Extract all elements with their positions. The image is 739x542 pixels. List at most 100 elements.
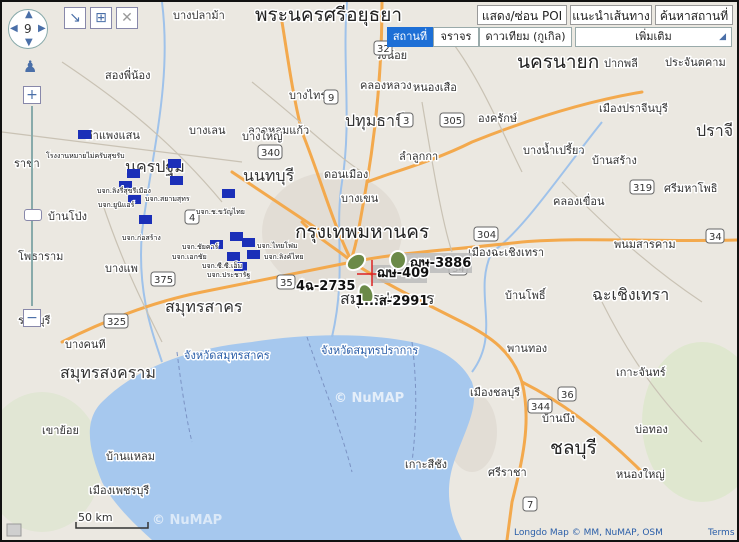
tab-satellite[interactable]: ดาวเทียม (กูเกิล) [479, 27, 572, 47]
vehicle-plate: ฌษ-409 [377, 266, 429, 281]
scale-label: 50 km [78, 511, 113, 524]
pan-left-icon[interactable]: ◀ [10, 23, 18, 34]
shield-label: 34 [709, 232, 722, 243]
label-samut-songkhram: สมุทรสงคราม [60, 363, 156, 383]
pan-control[interactable]: ▲ ▼ ◀ ▶ 9 [8, 9, 48, 49]
terms-link[interactable]: Terms [707, 528, 735, 538]
pan-tool-button[interactable]: ↘ [64, 7, 86, 29]
shield-label: 36 [561, 390, 574, 401]
poi-label: บจก.เอกชัย [172, 253, 207, 261]
label-ayutthaya: พระนครศรีอยุธยา [255, 4, 402, 27]
label-ban-laem: บ้านแหลม [106, 450, 155, 463]
truck-icon[interactable] [168, 159, 181, 168]
zoom-box-button[interactable]: ⊞ [90, 7, 112, 29]
label-mueang-chachoeng: เมืองฉะเชิงเทรา [468, 246, 544, 259]
truck-icon[interactable] [78, 130, 91, 139]
label-sea-sakhon: จังหวัดสมุทรสาคร [184, 349, 270, 362]
pan-up-icon[interactable]: ▲ [25, 9, 33, 20]
chevron-down-icon: ◢ [719, 32, 726, 42]
toggle-poi-button[interactable]: แสดง/ซ่อน POI [477, 5, 567, 25]
shield-label: 4 [189, 213, 195, 224]
clear-button[interactable]: ✕ [116, 7, 138, 29]
shield-label: 3 [403, 116, 409, 127]
label-mueang-chonburi: เมืองชลบุรี [470, 386, 520, 399]
poi-label: บจก.ไทยโฟม [257, 241, 298, 250]
shield-label: 35 [280, 278, 293, 289]
label-kamphaeng-saen: กำแพงแสน [86, 129, 140, 142]
zoom-slider-track[interactable] [31, 106, 33, 306]
label-pathum-thani: ปทุมธานี [345, 111, 406, 131]
label-prachin: ปราจี [696, 121, 733, 140]
truck-icon[interactable] [247, 250, 260, 259]
watermark: © NuMAP [334, 391, 404, 406]
zoom-slider-handle[interactable] [24, 209, 42, 221]
street-view-icon[interactable]: ♟ [23, 57, 37, 76]
label-bangkok: กรุงเทพมหานคร [295, 221, 429, 244]
curve-arrow-icon: ↘ [69, 10, 81, 26]
pan-right-icon[interactable]: ▶ [38, 23, 46, 34]
more-layers-label: เพิ่มเติม [635, 30, 672, 43]
poi-label: บจก.ซี.ซี.เอ็ม [202, 261, 242, 270]
tab-traffic[interactable]: จราจร [433, 27, 479, 47]
vehicle-plate: 4ฉ-2735 [296, 279, 355, 294]
label-song-phi-nong: สองพี่น้อง [105, 67, 150, 82]
truck-icon[interactable] [170, 176, 183, 185]
label-si-maha-phot: ศรีมหาโพธิ [664, 181, 717, 195]
truck-icon[interactable] [242, 238, 255, 247]
label-si-racha: ศรีราชา [488, 466, 527, 479]
poi-label: บจก.ลิงค์ไทย [264, 252, 304, 261]
minimap-toggle[interactable] [6, 523, 22, 537]
zoom-in-button[interactable]: + [23, 86, 41, 104]
tab-places[interactable]: สถานที่ [387, 27, 433, 47]
label-prachan-tkham: ประจันตคาม [665, 56, 726, 69]
poi-label: บจก.สยามสุทร [145, 195, 190, 203]
poi-label: บจก.ก่อสร้าง [122, 234, 161, 242]
label-ko-si-chang: เกาะสีชัง [405, 458, 447, 471]
poi-label: บจก.ชัยคาร์ [182, 243, 218, 251]
poi-label: บจก.ประชารัฐ [207, 271, 250, 279]
shield-label: 325 [107, 317, 126, 328]
poi-label: บจก.ยูนิแอร์ [98, 201, 135, 209]
shield-label: 7 [527, 500, 533, 511]
label-pak-phli: ปากพลี [604, 57, 638, 70]
shield-label: 344 [531, 402, 550, 413]
map-canvas[interactable]: พระนครศรีอยุธยา นครนายก ปทุมธานี นนทบุรี… [2, 2, 737, 540]
zoom-out-button[interactable]: − [23, 309, 41, 327]
shield-label: 9 [328, 93, 334, 104]
truck-icon[interactable] [222, 189, 235, 198]
label-ongkharak: องครักษ์ [478, 112, 517, 125]
shield-label: 305 [443, 116, 462, 127]
label-photharam: โพธาราม [18, 249, 63, 263]
label-bang-yai: บางใหญ่ [242, 130, 283, 143]
plus-icon: + [26, 87, 38, 103]
close-icon: ✕ [121, 10, 133, 26]
pan-down-icon[interactable]: ▼ [25, 37, 33, 48]
label-nong-suea: หนองเสือ [413, 81, 457, 94]
route-suggest-button[interactable]: แนะนำเส้นทาง [570, 5, 652, 25]
label-nonthaburi: นนทบุรี [243, 166, 295, 186]
attribution: Longdo Map © MM, NuMAP, OSM [514, 528, 663, 538]
label-ban-pho: บ้านโพธิ์ [505, 287, 547, 302]
label-nakhon-nayok: นครนายก [517, 51, 599, 73]
search-place-button[interactable]: ค้นหาสถานที่ [655, 5, 733, 25]
label-bang-nam-priao: บางน้ำเปรี้ยว [523, 142, 585, 157]
label-bo-thong: บ่อทอง [635, 423, 668, 436]
shield-label: 319 [633, 183, 652, 194]
truck-icon[interactable] [227, 252, 240, 261]
truck-icon[interactable] [139, 215, 152, 224]
label-lam-luk-ka: ลำลูกกา [399, 150, 438, 163]
zoom-level: 9 [24, 22, 32, 36]
zoom-box-icon: ⊞ [95, 10, 107, 26]
poi-label: โรงงานหมายไม่ครับสุขรับ [46, 151, 125, 160]
label-phanat: พานทอง [507, 342, 547, 355]
more-layers-select[interactable]: เพิ่มเติม ◢ [575, 27, 732, 47]
truck-icon[interactable] [127, 169, 140, 178]
label-mueang-prachin: เมืองปราจีนบุรี [599, 102, 668, 115]
shield-label: 375 [154, 275, 173, 286]
shield-label: 340 [261, 148, 280, 159]
label-chonburi: ชลบุรี [550, 437, 597, 460]
truck-icon[interactable] [230, 232, 243, 241]
label-nong-yai: หนองใหญ่ [616, 468, 665, 481]
label-ban-bueng: บ้านบึง [542, 412, 575, 425]
poi-label: บจก.ช.ขวัญไทย [196, 207, 245, 216]
